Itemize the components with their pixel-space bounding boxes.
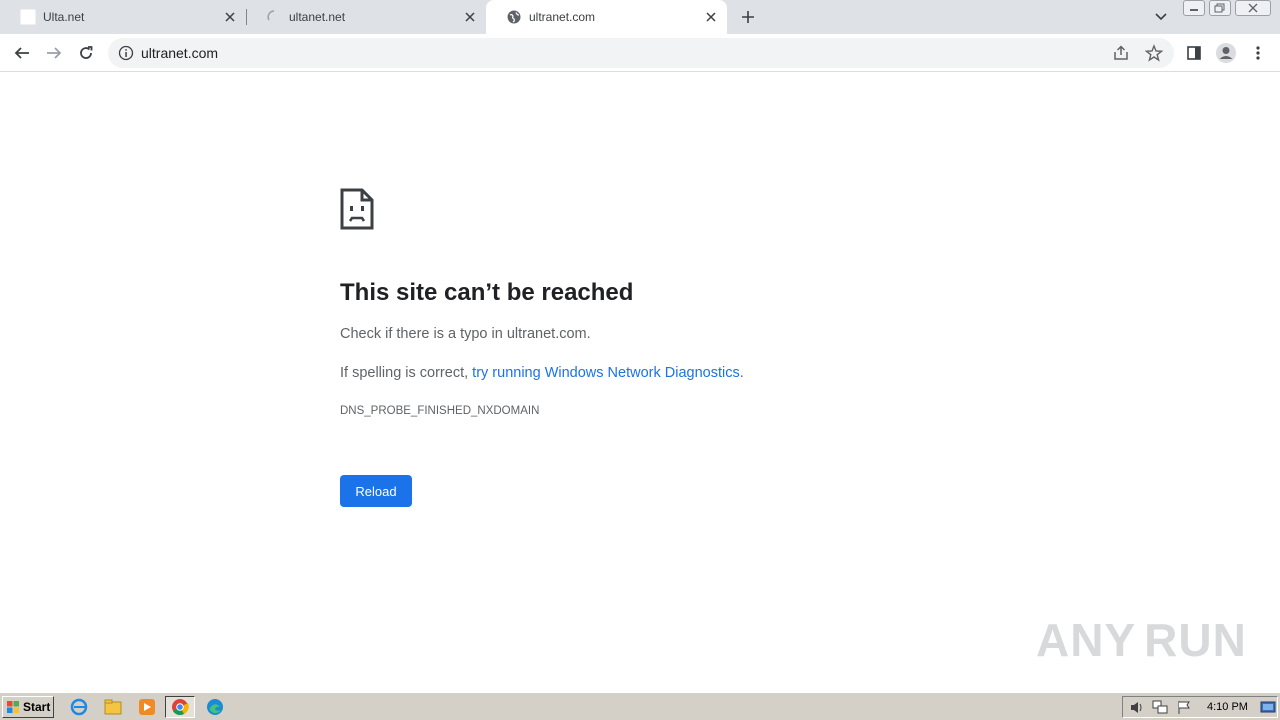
tab-title: ultranet.com bbox=[529, 10, 596, 24]
reload-toolbar-button[interactable] bbox=[72, 39, 100, 67]
reload-button[interactable]: Reload bbox=[340, 475, 412, 507]
tab-title: Ulta.net bbox=[43, 10, 85, 24]
forward-button[interactable] bbox=[40, 39, 68, 67]
window-close-button[interactable] bbox=[1235, 0, 1271, 16]
start-label: Start bbox=[23, 700, 51, 714]
back-button[interactable] bbox=[8, 39, 36, 67]
action-center-flag-icon[interactable] bbox=[1176, 700, 1192, 715]
diagnostics-link[interactable]: try running Windows Network Diagnostics bbox=[472, 365, 740, 381]
tab-ultranet-active[interactable]: ultranet.com bbox=[486, 0, 727, 34]
browser-toolbar: ultranet.com bbox=[0, 34, 1280, 72]
windows-taskbar: Start 4:10 PM bbox=[0, 692, 1280, 720]
file-explorer-icon[interactable] bbox=[102, 697, 124, 717]
watermark-right: RUN bbox=[1144, 614, 1247, 666]
internet-explorer-icon[interactable] bbox=[68, 697, 90, 717]
restore-button[interactable] bbox=[1209, 0, 1231, 16]
windows-flag-icon bbox=[7, 701, 19, 713]
page-content: This site can’t be reached Check if ther… bbox=[0, 72, 1280, 692]
side-panel-icon bbox=[1187, 46, 1201, 60]
tab-ultanet[interactable]: ultanet.net bbox=[246, 0, 486, 34]
url-text[interactable]: ultranet.com bbox=[141, 45, 218, 61]
kebab-menu-icon bbox=[1256, 46, 1260, 60]
clock[interactable]: 4:10 PM bbox=[1207, 701, 1248, 713]
diagnostics-prefix: If spelling is correct, bbox=[340, 365, 473, 381]
minimize-button[interactable] bbox=[1183, 0, 1205, 16]
info-icon[interactable] bbox=[118, 45, 134, 61]
error-code: DNS_PROBE_FINISHED_NXDOMAIN bbox=[340, 405, 540, 417]
profile-avatar-icon bbox=[1216, 43, 1236, 63]
forward-arrow-icon bbox=[47, 47, 62, 59]
globe-icon bbox=[506, 9, 522, 25]
side-panel-button[interactable] bbox=[1180, 39, 1208, 67]
back-arrow-icon bbox=[14, 47, 29, 59]
start-button[interactable]: Start bbox=[2, 696, 54, 718]
profile-button[interactable] bbox=[1212, 39, 1240, 67]
tab-search-button[interactable] bbox=[1150, 6, 1172, 28]
chrome-icon[interactable] bbox=[165, 696, 195, 718]
tab-strip: Ulta.net ultanet.net ultranet.com bbox=[0, 0, 1280, 34]
diagnostics-suffix: . bbox=[739, 365, 744, 381]
volume-icon[interactable] bbox=[1129, 700, 1145, 715]
share-icon[interactable] bbox=[1112, 44, 1130, 62]
anyrun-watermark: ANY RUN bbox=[1036, 610, 1246, 670]
tab-title: ultanet.net bbox=[289, 10, 346, 24]
error-title: This site can’t be reached bbox=[340, 279, 634, 306]
watermark-left: ANY bbox=[1036, 614, 1137, 666]
new-tab-button[interactable] bbox=[736, 5, 760, 29]
bookmark-star-icon[interactable] bbox=[1144, 44, 1164, 62]
close-icon[interactable] bbox=[701, 7, 721, 27]
reload-icon bbox=[80, 46, 93, 59]
close-icon[interactable] bbox=[220, 7, 240, 27]
loading-spinner-icon bbox=[266, 9, 282, 25]
menu-button[interactable] bbox=[1244, 39, 1272, 67]
network-icon[interactable] bbox=[1152, 700, 1168, 715]
close-icon[interactable] bbox=[460, 7, 480, 27]
show-desktop-icon[interactable] bbox=[1260, 700, 1276, 715]
chevron-down-icon bbox=[1155, 13, 1167, 21]
system-tray: 4:10 PM bbox=[1122, 696, 1278, 718]
window-controls bbox=[1183, 0, 1275, 18]
error-typo-hint: Check if there is a typo in ultranet.com… bbox=[340, 326, 591, 342]
error-diagnostics-hint: If spelling is correct, try running Wind… bbox=[340, 365, 744, 381]
blank-page-icon bbox=[20, 9, 36, 25]
edge-icon[interactable] bbox=[204, 697, 226, 717]
tab-ulta[interactable]: Ulta.net bbox=[0, 0, 246, 34]
media-player-icon[interactable] bbox=[136, 697, 158, 717]
address-bar[interactable]: ultranet.com bbox=[108, 38, 1174, 68]
sad-page-icon bbox=[340, 188, 374, 232]
